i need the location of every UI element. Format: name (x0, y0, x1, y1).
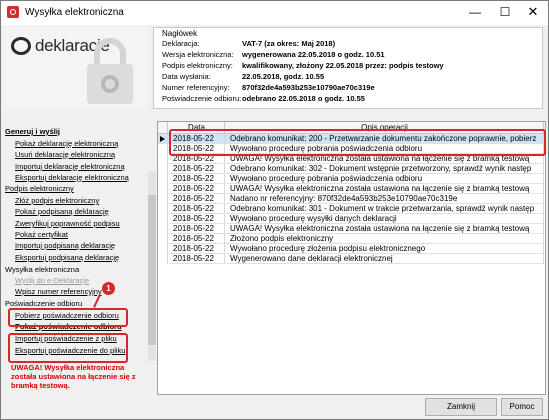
row-indicator (158, 144, 168, 154)
header-label-declaration: Deklaracja: (162, 39, 200, 48)
header-value-signature: kwalifikowany, złożony 22.05.2018 przez:… (242, 61, 444, 70)
cell-description: Odebrano komunikat: 302 - Dokument wstęp… (226, 164, 544, 174)
cell-description: Wygenerowano dane deklaracji elektronicz… (226, 254, 544, 264)
header-legend: Nagłówek (162, 29, 198, 38)
header-value-reference: 870f32de4a593b253e10790ae70c319e (242, 83, 375, 92)
cell-description: Wywołano procedurę złożenia podpisu elek… (226, 244, 544, 254)
highlight-download-receipt (8, 308, 128, 327)
sidebar-item-import-declaration[interactable]: Importuj deklarację elektroniczną (15, 162, 125, 171)
cell-description: UWAGA! Wysyłka elektroniczna została ust… (226, 184, 544, 194)
header-label-signature: Podpis elektroniczny: (162, 61, 233, 70)
cell-date: 2018-05-22 (169, 204, 225, 214)
main-window: Wysyłka elektroniczna — ☐ ✕ deklaracje N… (0, 0, 549, 420)
row-indicator (158, 224, 168, 234)
row-indicator (158, 174, 168, 184)
row-indicator (158, 204, 168, 214)
title-bar: Wysyłka elektroniczna — ☐ ✕ (1, 1, 548, 25)
highlight-receipt-actions (8, 333, 128, 363)
header-label-sent-date: Data wysłania: (162, 72, 211, 81)
sidebar-group-sending: Wysyłka elektroniczna (5, 265, 80, 274)
help-button[interactable]: Pomoc (501, 398, 543, 416)
cell-description: Wywołano procedurę wysyłki danych deklar… (226, 214, 544, 224)
sidebar-item-export-signed[interactable]: Eksportuj podpisaną deklarację (15, 253, 119, 262)
current-row-arrow-icon (160, 136, 165, 142)
sidebar-panel: Generuj i wyślij Pokaż deklarację elektr… (5, 123, 156, 411)
row-indicator (158, 134, 168, 144)
header-value-version: wygenerowana 22.05.2018 o godz. 10.51 (242, 50, 385, 59)
sidebar-item-show-signed[interactable]: Pokaż podpisaną deklarację (15, 207, 109, 216)
cell-description: Złożono podpis elektroniczny (226, 234, 544, 244)
header-panel: Nagłówek Deklaracja: VAT-7 (za okres: Ma… (153, 27, 543, 109)
close-button[interactable]: Zamknij (425, 398, 497, 416)
header-value-declaration: VAT-7 (za okres: Maj 2018) (242, 39, 336, 48)
row-indicator (158, 254, 168, 264)
header-value-sent-date: 22.05.2018, godz. 10.55 (242, 72, 325, 81)
cell-date: 2018-05-22 (169, 174, 225, 184)
sidebar-item-export-declaration[interactable]: Eksportuj deklarację elektroniczną (15, 173, 129, 182)
minimize-button[interactable]: — (460, 1, 490, 25)
sidebar-group-generate[interactable]: Generuj i wyślij (5, 127, 60, 136)
cell-date: 2018-05-22 (169, 214, 225, 224)
header-label-receipt: Poświadczenie odbioru: (162, 94, 242, 103)
header-label-version: Wersja elektroniczna: (162, 50, 234, 59)
row-indicator (158, 244, 168, 254)
table-row[interactable]: 2018-05-22 Wywołano procedurę złożenia po… (158, 244, 545, 254)
sidebar-item-sign[interactable]: Złóż podpis elektroniczny (15, 196, 99, 205)
cell-date: 2018-05-22 (169, 224, 225, 234)
cell-date: 2018-05-22 (169, 184, 225, 194)
header-value-receipt: odebrano 22.05.2018 o godz. 10.55 (242, 94, 365, 103)
sidebar-item-delete-declaration[interactable]: Usuń deklarację elektroniczną (15, 150, 115, 159)
row-indicator (158, 184, 168, 194)
cell-date: 2018-05-22 (169, 254, 225, 264)
header-label-reference: Numer referencyjny: (162, 83, 230, 92)
operations-grid: Data Opis operacji 2018-05-22 Odebrano ko… (157, 121, 546, 395)
sidebar-group-receipt: Poświadczenie odbioru (5, 299, 83, 308)
cell-date: 2018-05-22 (169, 234, 225, 244)
cell-date: 2018-05-22 (169, 194, 225, 204)
row-indicator (158, 154, 168, 164)
sidebar-item-reference-number[interactable]: Wpisz numer referencyjny (15, 287, 102, 296)
close-window-button[interactable]: ✕ (518, 1, 548, 25)
table-row[interactable]: 2018-05-22 Złożono podpis elektroniczny (158, 234, 545, 244)
table-row[interactable]: 2018-05-22 Nadano nr referencyjny: 870f32… (158, 194, 545, 204)
table-row[interactable]: 2018-05-22 UWAGA! Wysyłka elektroniczna z… (158, 224, 545, 234)
padlock-icon (87, 38, 133, 104)
cell-description: Nadano nr referencyjny: 870f32de4a593b25… (226, 194, 544, 204)
sidebar-scrollbar[interactable] (148, 171, 156, 361)
table-row[interactable]: 2018-05-22 Wywołano procedurę wysyłki dan… (158, 214, 545, 224)
cell-date: 2018-05-22 (169, 244, 225, 254)
grid-header-indicator (158, 122, 168, 133)
callout-marker: 1 (102, 282, 115, 295)
row-indicator (158, 164, 168, 174)
window-title: Wysyłka elektroniczna (25, 7, 124, 18)
highlight-latest-rows (169, 129, 546, 156)
edeklaracje-logo: deklaracje (5, 28, 148, 108)
sidebar-scrollbar-thumb[interactable] (148, 195, 156, 345)
table-row[interactable]: 2018-05-22 Odebrano komunikat: 301 - Doku… (158, 204, 545, 214)
row-indicator (158, 214, 168, 224)
maximize-button[interactable]: ☐ (490, 1, 520, 25)
cell-description: Wywołano procedurę pobrania poświadczeni… (226, 174, 544, 184)
cell-date: 2018-05-22 (169, 164, 225, 174)
table-row[interactable]: 2018-05-22 Wywołano procedurę pobrania po… (158, 174, 545, 184)
test-gateway-warning: UWAGA! Wysyłka elektroniczna została ust… (11, 363, 136, 390)
sidebar-group-signature[interactable]: Podpis elektroniczny (5, 184, 74, 193)
sidebar-item-import-signed[interactable]: Importuj podpisaną deklarację (15, 241, 115, 250)
row-indicator (158, 234, 168, 244)
table-row[interactable]: 2018-05-22 Wygenerowano dane deklaracji e… (158, 254, 545, 264)
row-indicator (158, 194, 168, 204)
sidebar-item-send[interactable]: Wyślij do e-Deklaracje (15, 276, 89, 285)
table-row[interactable]: 2018-05-22 Odebrano komunikat: 302 - Doku… (158, 164, 545, 174)
app-icon (7, 6, 19, 18)
table-row[interactable]: 2018-05-22 UWAGA! Wysyłka elektroniczna z… (158, 184, 545, 194)
logo-e-icon (11, 37, 31, 55)
cell-description: Odebrano komunikat: 301 - Dokument w tra… (226, 204, 544, 214)
sidebar-item-verify-signature[interactable]: Zweryfikuj poprawność podpisu (15, 219, 120, 228)
sidebar-item-show-certificate[interactable]: Pokaż certyfikat (15, 230, 68, 239)
sidebar-item-show-declaration[interactable]: Pokaż deklarację elektroniczną (15, 139, 118, 148)
cell-description: UWAGA! Wysyłka elektroniczna została ust… (226, 224, 544, 234)
